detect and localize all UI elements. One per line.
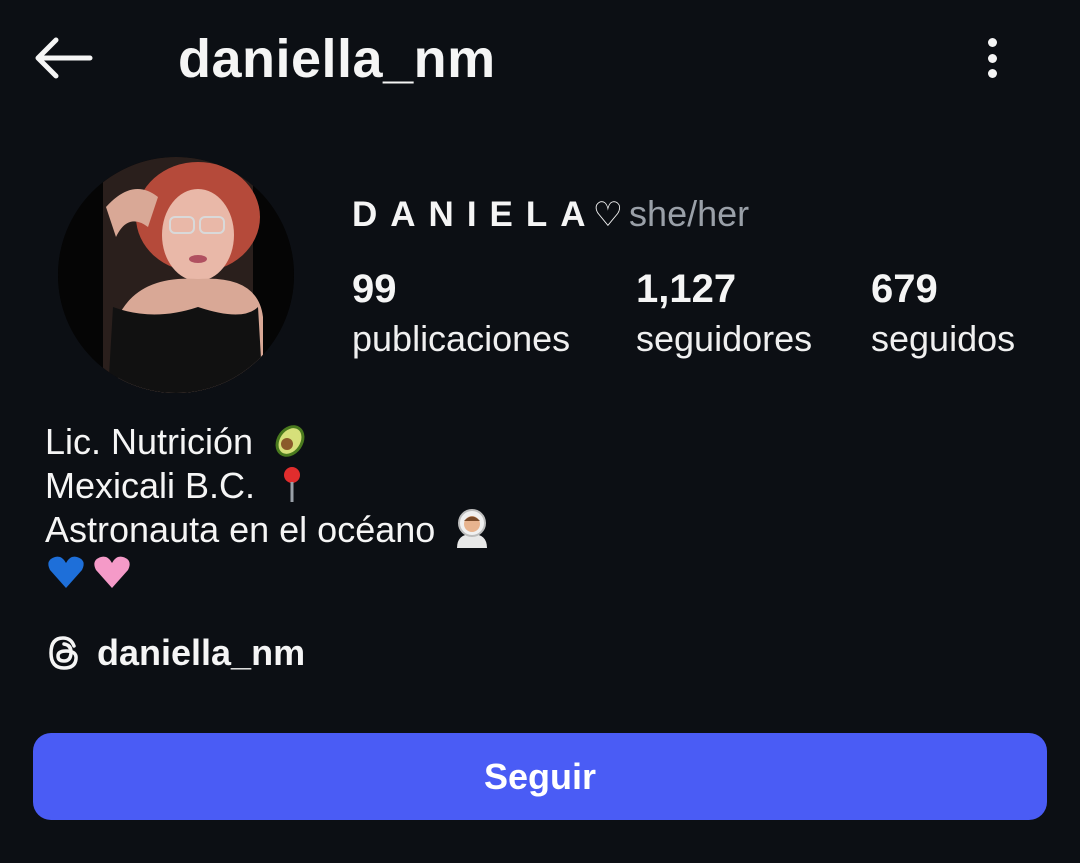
followers-label: seguidores	[636, 318, 813, 359]
pink-heart-icon	[94, 556, 130, 588]
bio-line	[45, 552, 493, 596]
arrow-left-icon	[35, 37, 93, 79]
followers-stat[interactable]: 1,127 seguidores	[636, 265, 812, 365]
back-button[interactable]	[30, 30, 100, 86]
follow-button-label: Seguir	[483, 755, 597, 797]
pronouns: she/her	[629, 193, 750, 234]
posts-count: 99	[352, 267, 397, 311]
bio-line: Astronauta en el océano	[45, 508, 493, 552]
threads-link[interactable]: daniella_nm	[45, 632, 305, 674]
threads-icon	[49, 636, 78, 670]
page-title: daniella_nm	[178, 29, 496, 89]
display-name-text: DANIELA	[352, 195, 599, 234]
display-name: DANIELA ♡ she/her	[352, 193, 749, 235]
bio-line-text: Mexicali B.C.	[45, 465, 256, 506]
pin-icon	[284, 467, 301, 502]
following-label: seguidos	[871, 318, 1016, 359]
following-count: 679	[871, 267, 938, 311]
bio-line-text: Astronauta en el océano	[45, 509, 436, 550]
bio-line-text: Lic. Nutrición	[45, 421, 254, 462]
avatar-photo	[58, 157, 294, 393]
bio: Lic. Nutrición Mexicali B.C. Astronauta …	[45, 420, 493, 596]
following-stat[interactable]: 679 seguidos	[871, 265, 1015, 365]
followers-count: 1,127	[636, 267, 737, 311]
threads-username: daniella_nm	[97, 632, 306, 673]
bio-line: Mexicali B.C.	[45, 464, 493, 508]
astronaut-icon	[457, 509, 488, 548]
more-vertical-icon	[987, 38, 997, 47]
posts-label: publicaciones	[352, 318, 571, 359]
follow-button[interactable]: Seguir	[33, 733, 1047, 820]
avocado-icon	[275, 425, 305, 457]
profile-page: daniella_nm DANIELA ♡ she/her 99 publica…	[0, 0, 1080, 863]
more-options-button[interactable]	[972, 32, 1012, 84]
bio-line: Lic. Nutrición	[45, 420, 493, 464]
heart-outline-icon: ♡	[592, 196, 624, 234]
blue-heart-icon	[48, 556, 84, 588]
avatar[interactable]	[58, 157, 294, 393]
posts-stat[interactable]: 99 publicaciones	[352, 265, 570, 365]
